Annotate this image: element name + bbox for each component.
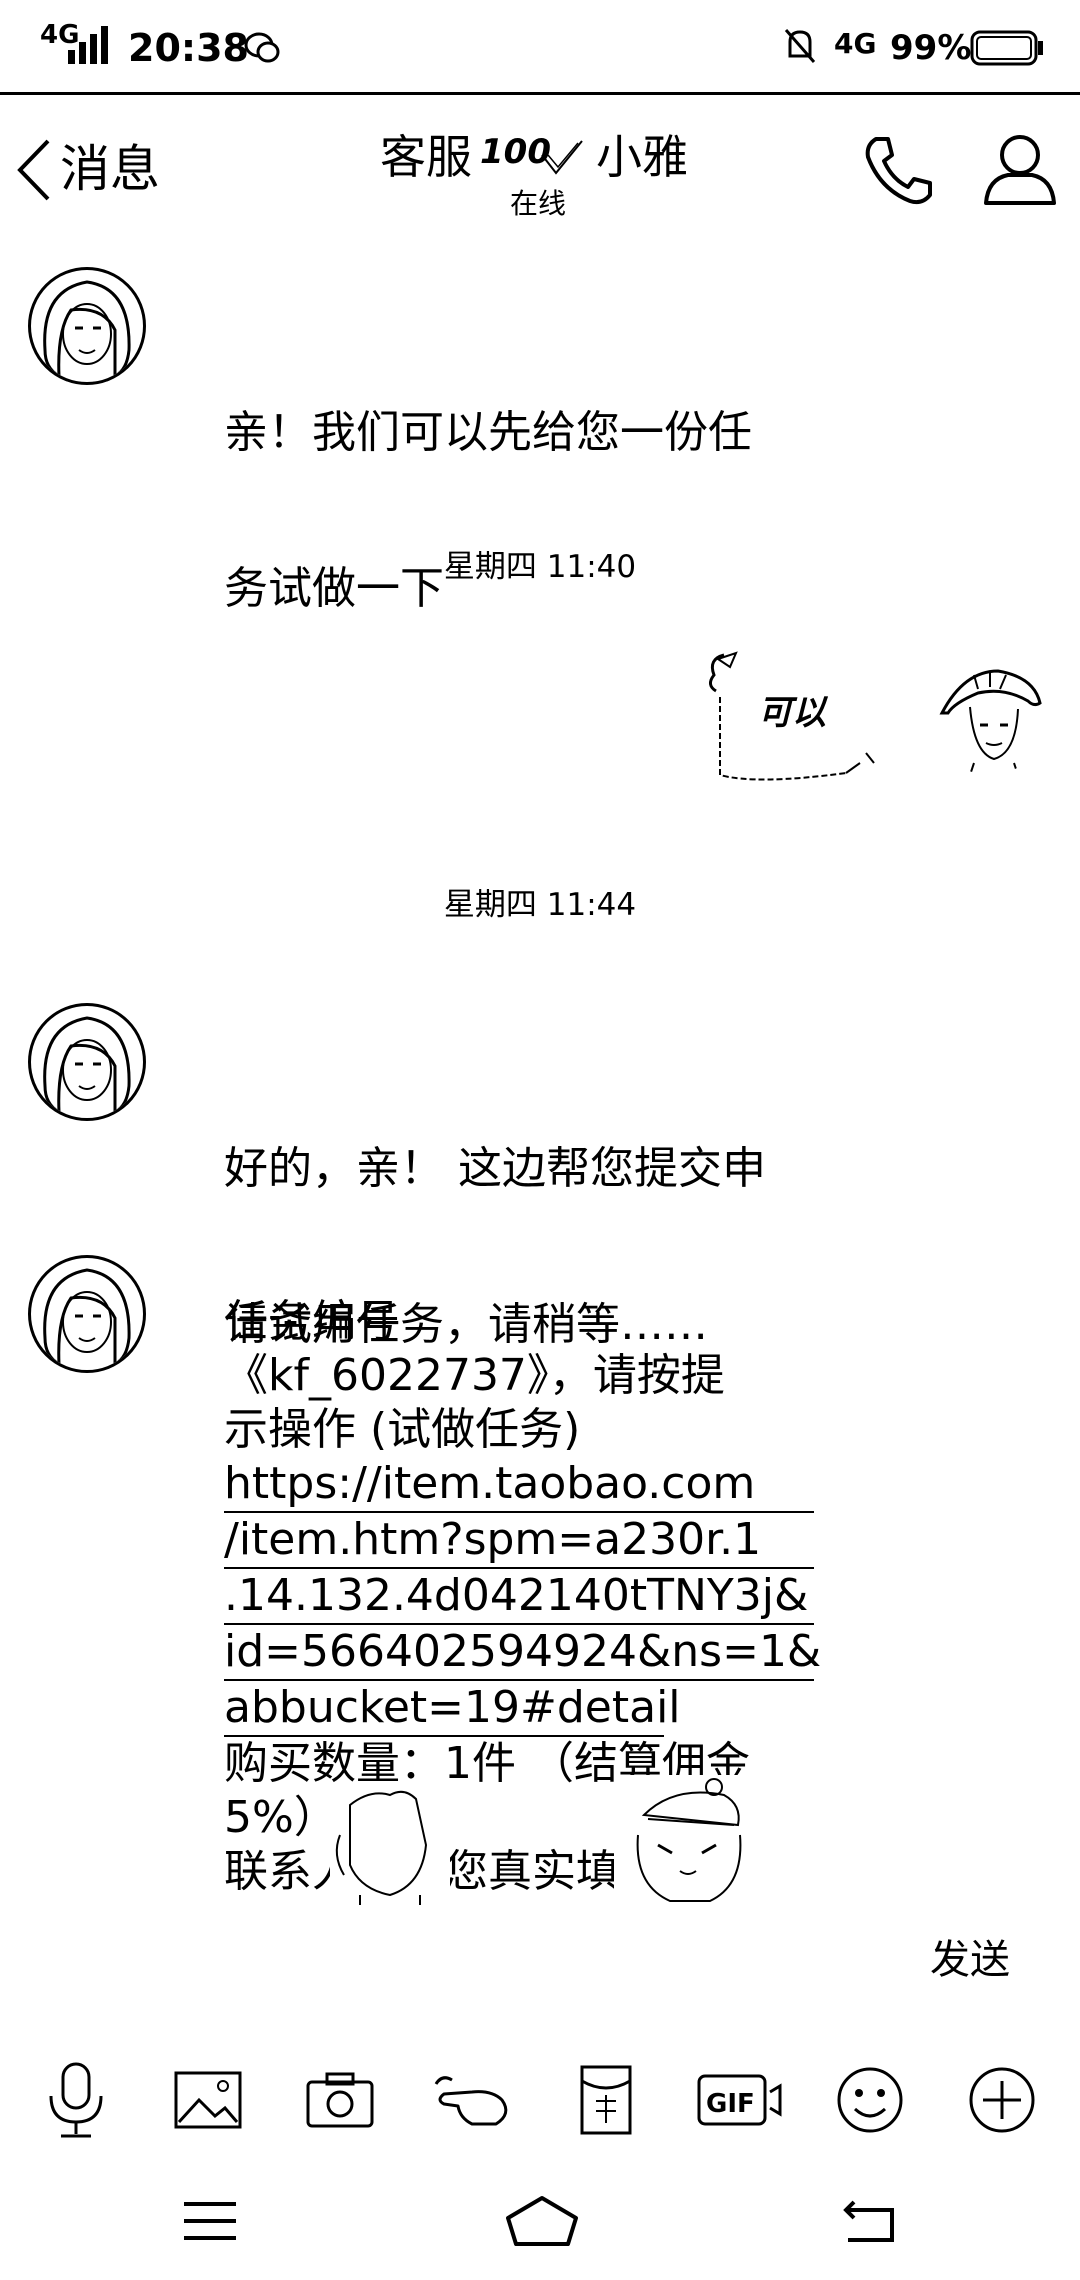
network-type-right: 4G xyxy=(834,27,877,60)
message-line: 5%） xyxy=(224,1792,338,1843)
emoji-button[interactable] xyxy=(830,2060,910,2140)
agent-portrait xyxy=(43,1268,131,1367)
agent-portrait xyxy=(43,280,131,379)
phone-call-icon[interactable] xyxy=(862,133,936,207)
chat-list[interactable]: 亲！我们可以先给您一份任 务试做一下 星期四 11:40 可以 星期四 11:4… xyxy=(0,245,1080,1905)
product-link[interactable]: /item.htm?spm=a230r.1 xyxy=(224,1513,814,1569)
wechat-notification-icon xyxy=(244,32,280,63)
product-link[interactable]: .14.132.4d042140tTNY3j& xyxy=(224,1569,814,1625)
agent-avatar[interactable] xyxy=(28,1255,146,1373)
battery-icon xyxy=(970,30,1043,66)
product-link[interactable]: abbucket=19#detail xyxy=(224,1681,681,1737)
message-line: 亲！我们可以先给您一份任 xyxy=(224,407,752,458)
signal-icon xyxy=(68,26,108,64)
title-prefix: 客服 xyxy=(380,130,472,184)
message-line: 任务编号 xyxy=(224,1296,400,1347)
gif-icon: GIF xyxy=(697,2074,782,2126)
sticker-message[interactable]: 可以 xyxy=(696,645,896,785)
contact-name: 客服 100 小雅 xyxy=(380,129,720,189)
emoji-icon xyxy=(837,2067,903,2133)
microphone-icon xyxy=(49,2062,103,2138)
sticker-text: 可以 xyxy=(758,693,826,733)
agent-portrait xyxy=(43,1016,131,1115)
navigation-bar xyxy=(0,2170,1080,2280)
camera-icon xyxy=(306,2072,374,2128)
poke-button[interactable] xyxy=(432,2060,512,2140)
timestamp: 星期四 11:44 xyxy=(443,887,637,923)
home-icon[interactable] xyxy=(504,2194,580,2250)
back-nav-icon[interactable] xyxy=(840,2196,900,2246)
hand-poke-icon xyxy=(434,2076,508,2126)
input-toolbar: GIF xyxy=(0,2050,1080,2160)
gif-button[interactable]: GIF xyxy=(696,2060,786,2140)
back-label: 消息 xyxy=(60,140,160,198)
menu-icon[interactable] xyxy=(180,2196,240,2246)
message-line: 购买数量：1件 （结算佣金 xyxy=(224,1738,750,1789)
svg-text:GIF: GIF xyxy=(706,2089,755,2119)
more-button[interactable] xyxy=(962,2060,1042,2140)
clock: 20:38 xyxy=(128,26,249,70)
contact-profile-icon[interactable] xyxy=(982,131,1058,207)
chat-header: 消息 客服 100 小雅 在线 xyxy=(0,95,1080,245)
timestamp: 星期四 11:40 xyxy=(443,549,637,585)
anime-girl-sticker-image xyxy=(636,1778,742,1902)
message-line: 联系人，请您真实填 xyxy=(224,1845,864,1899)
message-line: 示操作 (试做任务) xyxy=(224,1404,581,1455)
camera-button[interactable] xyxy=(300,2060,380,2140)
red-packet-icon xyxy=(580,2065,632,2135)
online-status: 在线 xyxy=(510,187,567,220)
user-portrait xyxy=(939,669,1042,775)
photo-button[interactable] xyxy=(168,2060,248,2140)
agent-avatar[interactable] xyxy=(28,267,146,385)
chevron-left-icon xyxy=(17,139,50,201)
title-name: 小雅 xyxy=(596,130,688,184)
task-number-line: 《kf_6022737》，请按提 xyxy=(224,1350,725,1401)
red-packet-button[interactable] xyxy=(566,2060,646,2140)
cartoon-sticker-image xyxy=(335,1790,428,1905)
verified-check-icon xyxy=(541,140,583,175)
product-link[interactable]: https://item.taobao.com xyxy=(224,1457,814,1513)
silent-mode-icon xyxy=(784,29,816,63)
message-line: 好的，亲！ 这边帮您提交申 xyxy=(224,1143,766,1194)
my-avatar[interactable] xyxy=(934,663,1046,775)
image-icon xyxy=(174,2071,242,2129)
battery-percent: 99% xyxy=(890,28,972,68)
task-message[interactable]: 任务编号 《kf_6022737》，请按提 示操作 (试做任务) https:/… xyxy=(224,1295,864,1905)
voice-button[interactable] xyxy=(36,2060,116,2140)
status-bar: 4G 20:38 4G 99% xyxy=(0,0,1080,95)
sticker-suggestion[interactable] xyxy=(614,1775,764,1905)
agent-avatar[interactable] xyxy=(28,1003,146,1121)
sticker-suggestion[interactable] xyxy=(330,1785,450,1905)
send-button[interactable]: 发送 xyxy=(930,1936,1010,1984)
back-button[interactable]: 消息 xyxy=(14,135,174,205)
plus-icon xyxy=(969,2067,1035,2133)
product-link[interactable]: id=566402594924&ns=1& xyxy=(224,1625,821,1681)
